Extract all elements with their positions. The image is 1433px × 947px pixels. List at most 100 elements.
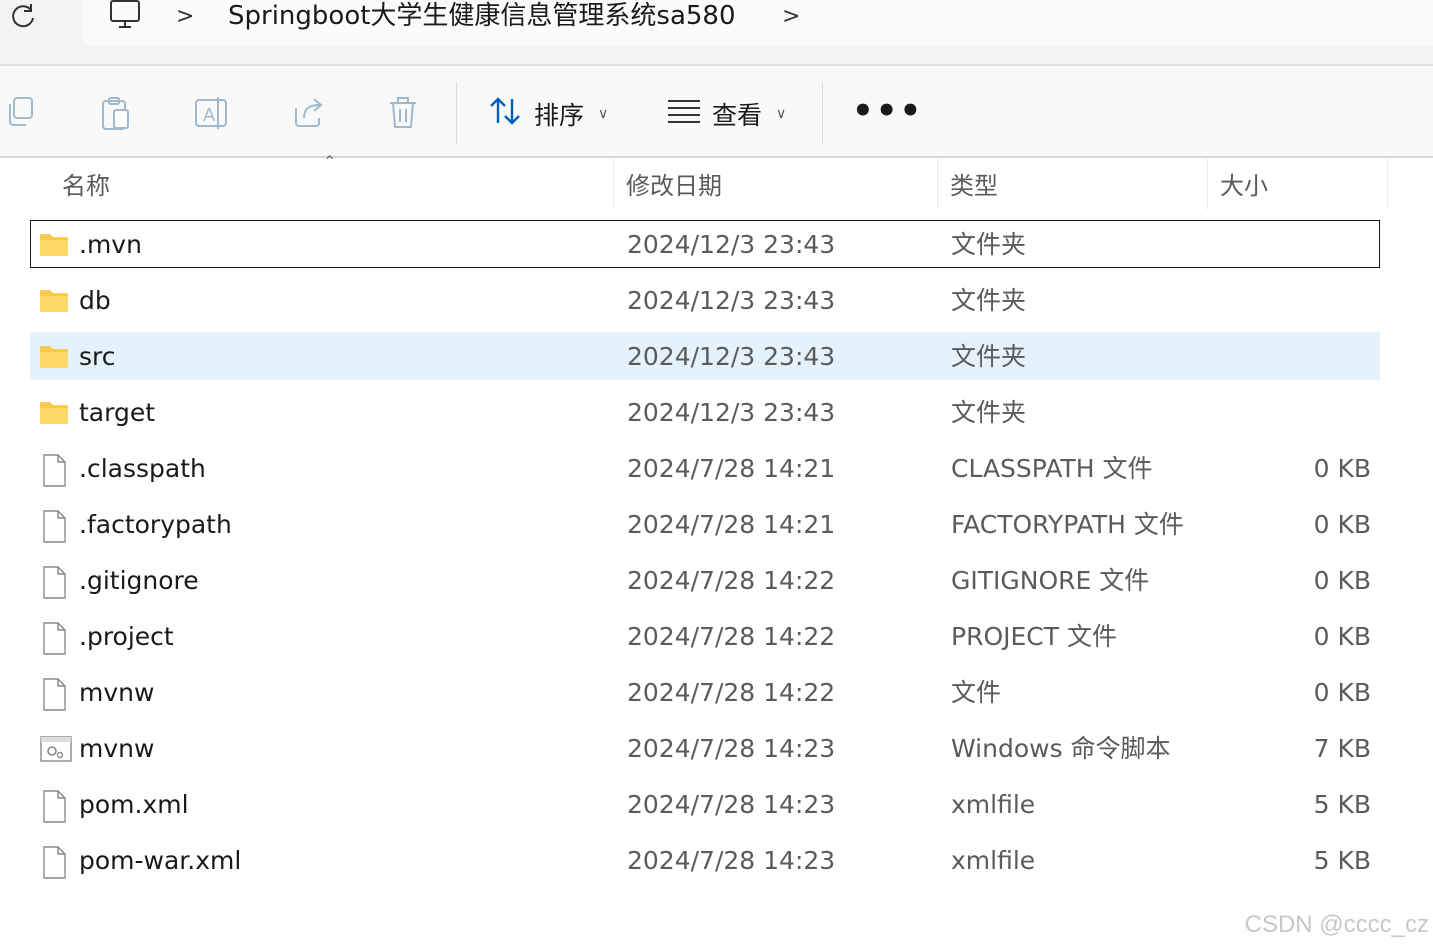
folder-icon-graphic bbox=[40, 402, 68, 424]
file-modified-date: 2024/7/28 14:21 bbox=[627, 454, 836, 483]
script-icon bbox=[39, 734, 72, 764]
file-modified-date: 2024/12/3 23:43 bbox=[627, 230, 836, 259]
column-header-date[interactable]: 修改日期 bbox=[614, 158, 938, 210]
file-type: GITIGNORE 文件 bbox=[951, 566, 1150, 595]
refresh-icon[interactable] bbox=[8, 0, 38, 32]
file-modified-date: 2024/7/28 14:21 bbox=[627, 510, 836, 539]
file-size: 0 KB bbox=[1313, 454, 1371, 483]
file-row[interactable]: .mvn 2024/12/3 23:43 文件夹 bbox=[30, 220, 1380, 268]
file-name: pom.xml bbox=[79, 790, 189, 819]
file-icon-graphic bbox=[43, 678, 66, 711]
file-icon bbox=[39, 678, 69, 711]
file-size: 0 KB bbox=[1313, 510, 1371, 539]
file-type: Windows 命令脚本 bbox=[951, 734, 1171, 763]
file-modified-date: 2024/12/3 23:43 bbox=[627, 398, 836, 427]
view-button[interactable]: 查看 ∨ bbox=[666, 94, 786, 134]
file-icon-graphic bbox=[43, 622, 66, 655]
file-icon-graphic bbox=[43, 566, 66, 599]
column-header-size[interactable]: 大小 bbox=[1208, 158, 1388, 210]
column-header-type[interactable]: 类型 bbox=[938, 158, 1208, 210]
address-bar: > Springboot大学生健康信息管理系统sa580 > bbox=[0, 0, 1433, 66]
watermark: CSDN @cccc_cz bbox=[1244, 911, 1429, 938]
chevron-right-icon[interactable]: > bbox=[176, 4, 194, 29]
file-modified-date: 2024/7/28 14:23 bbox=[627, 846, 836, 875]
file-type: 文件夹 bbox=[951, 342, 1027, 371]
file-row[interactable]: mvnw 2024/7/28 14:23 Windows 命令脚本 7 KB bbox=[30, 724, 1380, 772]
file-row[interactable]: pom-war.xml 2024/7/28 14:23 xmlfile 5 KB bbox=[30, 836, 1380, 884]
chevron-right-icon[interactable]: > bbox=[782, 4, 800, 29]
file-icon bbox=[39, 454, 69, 487]
file-icon bbox=[39, 846, 69, 879]
file-name: .gitignore bbox=[79, 566, 199, 595]
file-row[interactable]: .factorypath 2024/7/28 14:21 FACTORYPATH 文… bbox=[30, 500, 1380, 548]
file-icon bbox=[39, 510, 69, 543]
file-name: mvnw bbox=[79, 678, 155, 707]
paste-icon[interactable] bbox=[100, 96, 132, 136]
copy-icon[interactable] bbox=[6, 96, 36, 134]
file-icon bbox=[39, 790, 69, 823]
file-row[interactable]: target 2024/12/3 23:43 文件夹 bbox=[30, 388, 1380, 436]
file-row[interactable]: mvnw 2024/7/28 14:22 文件 0 KB bbox=[30, 668, 1380, 716]
chevron-down-icon: ∨ bbox=[598, 106, 609, 122]
toolbar-divider bbox=[822, 82, 823, 144]
file-name: .classpath bbox=[79, 454, 206, 483]
file-type: PROJECT 文件 bbox=[951, 622, 1117, 651]
chevron-down-icon: ∨ bbox=[776, 106, 787, 122]
file-name: mvnw bbox=[79, 734, 155, 763]
sort-button[interactable]: 排序 ∨ bbox=[488, 94, 608, 134]
file-name: src bbox=[79, 342, 116, 371]
file-row[interactable]: db 2024/12/3 23:43 文件夹 bbox=[30, 276, 1380, 324]
file-type: xmlfile bbox=[951, 790, 1036, 819]
file-size: 0 KB bbox=[1313, 622, 1371, 651]
file-size: 7 KB bbox=[1313, 734, 1371, 763]
file-row[interactable]: .classpath 2024/7/28 14:21 CLASSPATH 文件 0 K… bbox=[30, 444, 1380, 492]
file-icon-graphic bbox=[43, 846, 66, 879]
file-modified-date: 2024/7/28 14:23 bbox=[627, 734, 836, 763]
file-size: 5 KB bbox=[1313, 790, 1371, 819]
file-icon bbox=[39, 566, 69, 599]
view-list-icon bbox=[666, 98, 702, 130]
file-type: CLASSPATH 文件 bbox=[951, 454, 1153, 483]
share-icon[interactable] bbox=[292, 96, 326, 132]
file-modified-date: 2024/12/3 23:43 bbox=[627, 342, 836, 371]
file-name: .mvn bbox=[79, 230, 142, 259]
file-modified-date: 2024/7/28 14:22 bbox=[627, 678, 836, 707]
file-modified-date: 2024/7/28 14:23 bbox=[627, 790, 836, 819]
file-modified-date: 2024/7/28 14:22 bbox=[627, 622, 836, 651]
file-type: 文件 bbox=[951, 678, 1002, 707]
column-header-row: ⌃ 名称 修改日期 类型 大小 bbox=[0, 152, 1433, 214]
more-options-button[interactable]: ••• bbox=[852, 94, 923, 128]
file-row[interactable]: src 2024/12/3 23:43 文件夹 bbox=[30, 332, 1380, 380]
file-name: target bbox=[79, 398, 156, 427]
file-type: FACTORYPATH 文件 bbox=[951, 510, 1184, 539]
file-type: 文件夹 bbox=[951, 286, 1027, 315]
file-size: 5 KB bbox=[1313, 846, 1371, 875]
folder-icon-graphic bbox=[40, 234, 68, 256]
breadcrumb[interactable]: > Springboot大学生健康信息管理系统sa580 > bbox=[82, 0, 1433, 46]
command-bar: A 排序 ∨ 查看 ∨ ••• bbox=[0, 66, 1433, 158]
sort-icon bbox=[488, 95, 524, 133]
svg-text:A: A bbox=[203, 105, 216, 126]
file-row[interactable]: pom.xml 2024/7/28 14:23 xmlfile 5 KB bbox=[30, 780, 1380, 828]
column-header-name[interactable]: 名称 bbox=[50, 158, 614, 210]
computer-icon[interactable] bbox=[108, 0, 142, 34]
file-row[interactable]: .gitignore 2024/7/28 14:22 GITIGNORE 文件 0 K… bbox=[30, 556, 1380, 604]
delete-icon[interactable] bbox=[388, 96, 418, 134]
folder-icon-graphic bbox=[40, 290, 68, 312]
breadcrumb-current-folder[interactable]: Springboot大学生健康信息管理系统sa580 bbox=[228, 0, 736, 32]
file-icon-graphic bbox=[43, 454, 66, 487]
file-type: 文件夹 bbox=[951, 230, 1027, 259]
view-label: 查看 bbox=[712, 101, 763, 130]
sort-label: 排序 bbox=[534, 101, 585, 130]
rename-icon[interactable]: A bbox=[194, 96, 230, 134]
file-name: pom-war.xml bbox=[79, 846, 242, 875]
folder-icon bbox=[39, 342, 69, 372]
file-modified-date: 2024/12/3 23:43 bbox=[627, 286, 836, 315]
file-icon bbox=[39, 622, 69, 655]
folder-icon-graphic bbox=[40, 346, 68, 368]
file-row[interactable]: .project 2024/7/28 14:22 PROJECT 文件 0 KB bbox=[30, 612, 1380, 660]
file-type: 文件夹 bbox=[951, 398, 1027, 427]
folder-icon bbox=[39, 398, 69, 428]
file-name: .factorypath bbox=[79, 510, 232, 539]
folder-icon bbox=[39, 286, 69, 316]
